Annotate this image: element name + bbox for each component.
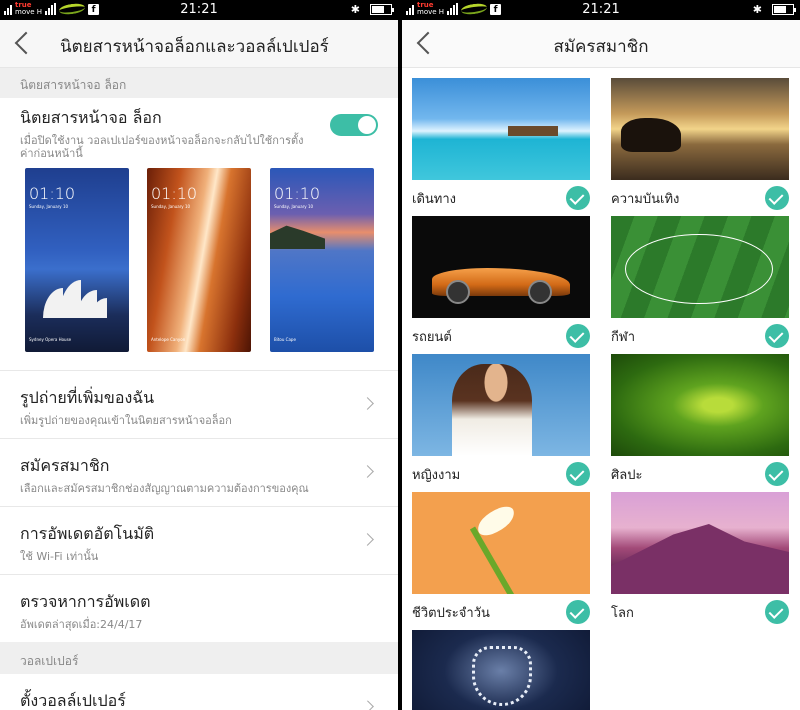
category-entertainment[interactable]: ความบันเทิง — [611, 78, 789, 216]
battery-icon — [772, 4, 796, 15]
title-bar: นิตยสารหน้าจอล็อกและวอลล์เปเปอร์ — [0, 20, 398, 68]
lockscreen-previews: 01:10 Sunday, January 10 Sydney Opera Ho… — [0, 158, 398, 370]
category-image — [611, 78, 789, 180]
category-image — [412, 354, 590, 456]
category-sports[interactable]: กีฬา — [611, 216, 789, 354]
preview-sydney[interactable]: 01:10 Sunday, January 10 Sydney Opera Ho… — [25, 168, 129, 352]
check-icon[interactable] — [765, 462, 789, 486]
status-time: 21:21 — [180, 2, 218, 17]
check-update-row[interactable]: ตรวจหาการอัพเดต อัพเดตล่าสุดเมื่อ:24/4/1… — [0, 574, 398, 642]
subscribe-screen: true move H f 21:21 ✱ สมัครสมาชิก เดินทาง… — [402, 0, 800, 710]
preview-bitou[interactable]: 01:10 Sunday, January 10 Bitou Cape — [270, 168, 374, 352]
check-icon[interactable] — [566, 462, 590, 486]
lock-magazine-toggle-row[interactable]: นิตยสารหน้าจอ ล็อก เมื่อปิดใช้งาน วอลเปเ… — [0, 98, 398, 160]
category-image — [412, 216, 590, 318]
title-bar: สมัครสมาชิก — [402, 20, 800, 68]
check-icon[interactable] — [765, 186, 789, 210]
check-icon[interactable] — [566, 186, 590, 210]
category-image — [412, 630, 590, 710]
bluetooth-icon: ✱ — [752, 3, 762, 16]
page-title: สมัครสมาชิก — [553, 37, 649, 57]
page-title: นิตยสารหน้าจอล็อกและวอลล์เปเปอร์ — [60, 37, 329, 57]
opera-house-shape — [35, 278, 115, 318]
category-art[interactable]: ศิลปะ — [611, 354, 789, 492]
check-icon[interactable] — [765, 600, 789, 624]
check-icon[interactable] — [566, 324, 590, 348]
coast-shape — [270, 225, 325, 249]
category-image — [611, 492, 789, 594]
back-arrow-icon[interactable] — [14, 31, 38, 55]
lockscreen-settings-screen: true move H f 21:21 ✱ นิตยสารหน้าจอล็อกแล… — [0, 0, 398, 710]
preview-antelope[interactable]: 01:10 Sunday, January 10 Antelope Canyon — [147, 168, 251, 352]
watermark: www.iphone-droid.net — [250, 678, 398, 708]
category-image — [611, 216, 789, 318]
category-image — [611, 354, 789, 456]
category-world[interactable]: โลก — [611, 492, 789, 630]
category-travel[interactable]: เดินทาง — [412, 78, 590, 216]
status-bar: true move H f 21:21 ✱ — [402, 0, 800, 20]
check-icon[interactable] — [765, 324, 789, 348]
category-jewelry[interactable] — [412, 630, 590, 710]
toggle-title: นิตยสารหน้าจอ ล็อก — [20, 108, 162, 127]
category-beauty[interactable]: หญิงงาม — [412, 354, 590, 492]
status-time: 21:21 — [582, 2, 620, 17]
status-bar: true move H f 21:21 ✱ — [0, 0, 398, 20]
check-icon[interactable] — [566, 600, 590, 624]
category-image — [412, 78, 590, 180]
category-image — [412, 492, 590, 594]
bluetooth-icon: ✱ — [350, 3, 360, 16]
category-lifestyle[interactable]: ชีวิตประจำวัน — [412, 492, 590, 630]
battery-icon — [370, 4, 394, 15]
lock-magazine-switch[interactable] — [330, 114, 378, 136]
section-header-wallpaper: วอลเปเปอร์ — [0, 642, 398, 674]
auto-update-row[interactable]: การอัพเดตอัตโนมัติ ใช้ Wi-Fi เท่านั้น — [0, 506, 398, 574]
subscribe-row[interactable]: สมัครสมาชิก เลือกและสมัครสมาชิกช่องสัญญา… — [0, 438, 398, 506]
toggle-subtitle: เมื่อปิดใช้งาน วอลเปเปอร์ของหน้าจอล็อกจะ… — [20, 134, 304, 160]
category-cars[interactable]: รถยนต์ — [412, 216, 590, 354]
my-photos-row[interactable]: รูปถ่ายที่เพิ่มของฉัน เพิ่มรูปถ่ายของคุณ… — [0, 370, 398, 438]
section-header-magazine: นิตยสารหน้าจอ ล็อก — [0, 68, 398, 98]
